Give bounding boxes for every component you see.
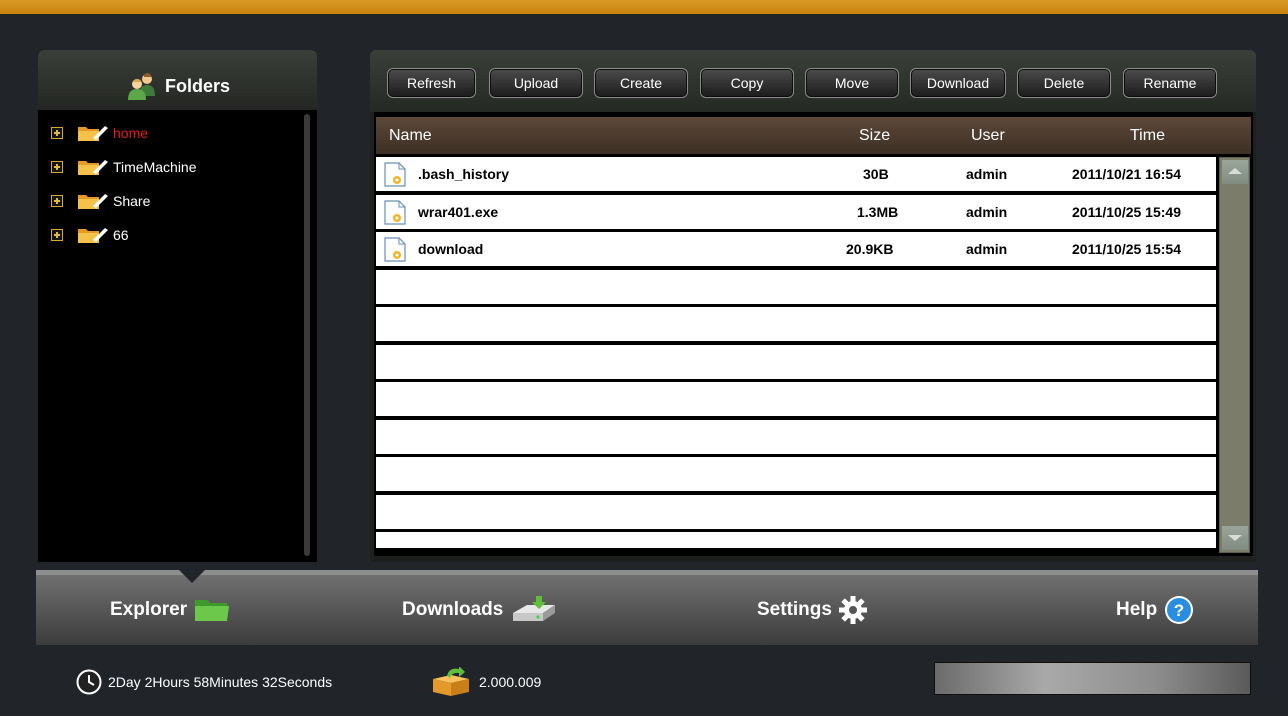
move-button[interactable]: Move xyxy=(805,68,899,98)
table-row[interactable]: download 20.9KB admin 2011/10/25 15:54 xyxy=(376,232,1216,266)
folders-panel: Folders home TimeMachine Share 66 xyxy=(38,50,317,562)
progress-bar xyxy=(934,662,1251,695)
upload-button[interactable]: Upload xyxy=(489,68,583,98)
version-status: 2.000.009 xyxy=(429,666,541,698)
delete-button[interactable]: Delete xyxy=(1017,68,1111,98)
file-user: admin xyxy=(966,241,1008,257)
expand-icon[interactable] xyxy=(51,161,63,173)
uptime-status: 2Day 2Hours 58Minutes 32Seconds xyxy=(76,666,332,698)
empty-row xyxy=(376,269,1216,304)
expand-icon[interactable] xyxy=(51,229,63,241)
empty-row xyxy=(376,532,1216,548)
file-icon xyxy=(384,162,406,187)
file-size: 1.3MB xyxy=(857,203,899,220)
file-size: 30B xyxy=(863,166,889,182)
file-size: 20.9KB xyxy=(846,241,894,257)
download-drive-icon xyxy=(513,596,556,621)
copy-button[interactable]: Copy xyxy=(700,68,794,98)
file-name: .bash_history xyxy=(418,166,510,182)
nav-explorer[interactable]: Explorer xyxy=(110,595,231,625)
file-panel: Refresh Upload Create Copy Move Download… xyxy=(370,50,1256,562)
tree-item-label: Share xyxy=(113,193,151,209)
file-list: Name Size User Time .bash_history 30B ad… xyxy=(374,112,1253,556)
column-time[interactable]: Time xyxy=(1130,127,1165,145)
scroll-up-icon[interactable] xyxy=(1222,160,1248,184)
nav-settings[interactable]: Settings xyxy=(757,595,868,625)
top-accent-bar xyxy=(0,0,1288,14)
file-icon xyxy=(384,237,406,262)
column-size[interactable]: Size xyxy=(859,127,890,145)
file-list-header: Name Size User Time xyxy=(376,117,1251,154)
tree-item-label: 66 xyxy=(113,227,129,243)
expand-icon[interactable] xyxy=(51,127,63,139)
nav-settings-label: Settings xyxy=(757,599,832,620)
file-time: 2011/10/25 15:49 xyxy=(1072,203,1181,220)
folders-title: Folders xyxy=(164,75,230,96)
column-name[interactable]: Name xyxy=(389,127,432,145)
file-user: admin xyxy=(966,203,1008,220)
file-list-scrollbar[interactable] xyxy=(1219,157,1250,553)
empty-row xyxy=(376,344,1216,379)
file-icon xyxy=(384,199,406,225)
file-name: wrar401.exe xyxy=(418,203,499,220)
folders-header: Folders xyxy=(38,50,317,110)
create-button[interactable]: Create xyxy=(594,68,688,98)
folder-icon xyxy=(78,126,108,141)
nav-help-label: Help xyxy=(1116,599,1158,620)
refresh-button[interactable]: Refresh xyxy=(387,68,476,98)
package-icon xyxy=(433,667,469,696)
scroll-down-icon[interactable] xyxy=(1222,526,1248,550)
expand-icon[interactable] xyxy=(51,195,63,207)
version-text: 2.000.009 xyxy=(479,674,542,690)
folder-green-icon xyxy=(195,600,230,621)
table-row[interactable]: wrar401.exe 1.3MB admin 2011/10/25 15:49 xyxy=(376,194,1216,229)
folder-tree-scrollbar[interactable] xyxy=(304,114,310,556)
users-icon xyxy=(127,73,155,100)
nav-active-pointer xyxy=(179,570,205,583)
empty-row xyxy=(376,382,1216,416)
help-icon: ? xyxy=(1165,596,1194,624)
tree-item-label: TimeMachine xyxy=(113,159,197,175)
file-time: 2011/10/21 16:54 xyxy=(1072,166,1181,182)
tree-item-66[interactable]: 66 xyxy=(38,218,317,252)
tree-item-share[interactable]: Share xyxy=(38,184,317,218)
folder-icon xyxy=(78,194,108,209)
empty-row xyxy=(376,457,1216,491)
nav-help[interactable]: Help ? xyxy=(1116,595,1195,625)
file-rows: .bash_history 30B admin 2011/10/21 16:54… xyxy=(376,157,1216,548)
download-button[interactable]: Download xyxy=(910,68,1006,98)
clock-icon xyxy=(76,669,102,695)
empty-row xyxy=(376,494,1216,529)
tree-item-timemachine[interactable]: TimeMachine xyxy=(38,150,317,184)
tree-item-home[interactable]: home xyxy=(38,116,317,150)
rename-button[interactable]: Rename xyxy=(1123,68,1217,98)
empty-row xyxy=(376,419,1216,454)
folder-icon xyxy=(78,160,108,175)
folder-tree: home TimeMachine Share 66 xyxy=(38,110,317,252)
nav-downloads-label: Downloads xyxy=(402,599,504,620)
toolbar: Refresh Upload Create Copy Move Download… xyxy=(370,50,1256,112)
tree-item-label: home xyxy=(113,125,149,141)
table-row[interactable]: .bash_history 30B admin 2011/10/21 16:54 xyxy=(376,157,1216,191)
file-name: download xyxy=(418,241,484,257)
column-user[interactable]: User xyxy=(971,127,1005,145)
file-user: admin xyxy=(966,166,1008,182)
empty-row xyxy=(376,307,1216,341)
file-time: 2011/10/25 15:54 xyxy=(1072,241,1181,257)
folder-icon xyxy=(78,228,108,243)
bottom-nav: Explorer Downloads Settings Help ? xyxy=(36,570,1258,645)
nav-explorer-label: Explorer xyxy=(110,599,188,620)
nav-downloads[interactable]: Downloads xyxy=(402,595,559,625)
svg-text:?: ? xyxy=(1174,601,1184,620)
gear-icon xyxy=(838,596,867,624)
uptime-text: 2Day 2Hours 58Minutes 32Seconds xyxy=(108,674,333,690)
